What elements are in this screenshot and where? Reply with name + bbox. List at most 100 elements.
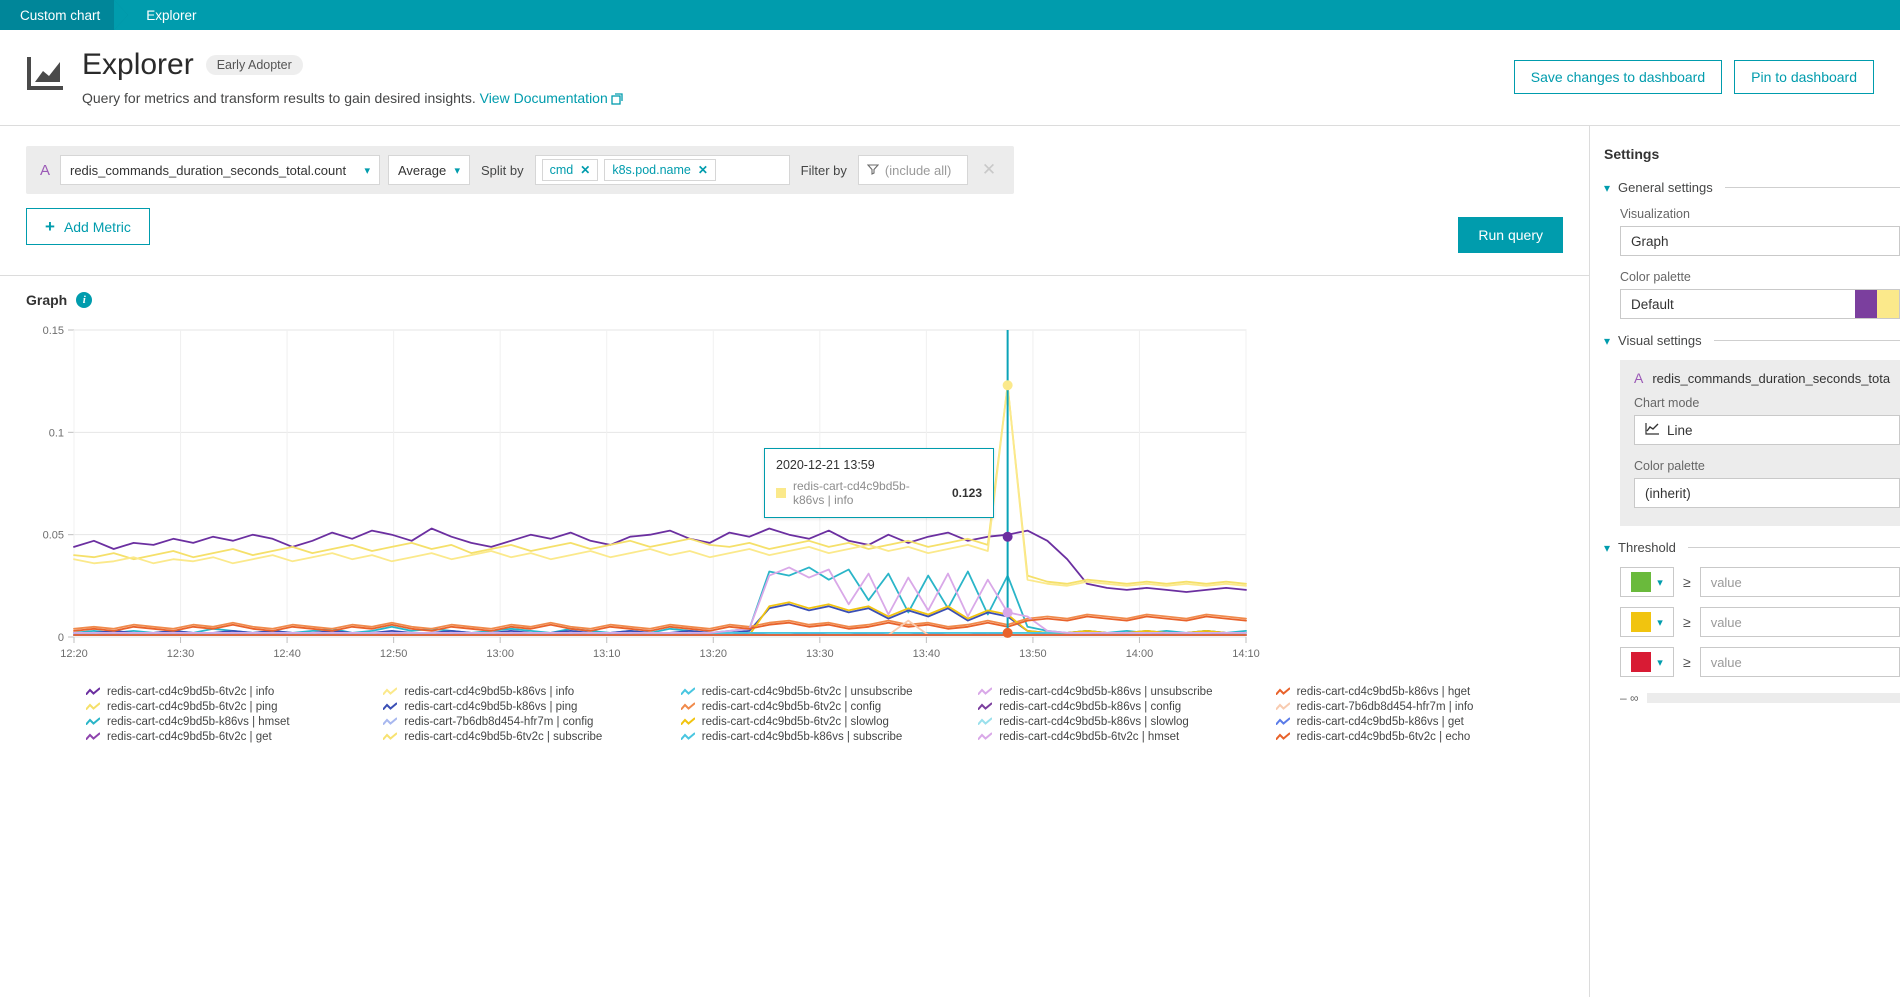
- legend-item[interactable]: redis-cart-cd4c9bd5b-k86vs | info: [383, 686, 670, 698]
- palette-swatch-purple: [1855, 290, 1877, 318]
- chevron-down-icon: ▾: [454, 164, 460, 177]
- legend-item[interactable]: redis-cart-cd4c9bd5b-6tv2c | ping: [86, 701, 373, 713]
- info-icon[interactable]: i: [76, 292, 93, 308]
- filter-by-label: Filter by: [800, 162, 847, 178]
- chart-mode-label: Chart mode: [1634, 396, 1700, 410]
- legend-item[interactable]: redis-cart-cd4c9bd5b-6tv2c | echo: [1275, 731, 1563, 743]
- threshold-value-input[interactable]: value: [1699, 647, 1900, 677]
- svg-text:12:30: 12:30: [167, 648, 195, 660]
- status-badge: Early Adopter: [205, 54, 303, 75]
- visual-settings-section-header[interactable]: ▾ Visual settings: [1604, 333, 1900, 348]
- chevron-down-icon: ▾: [1604, 333, 1611, 348]
- split-by-input[interactable]: cmd ✕ k8s.pod.name ✕: [534, 155, 790, 185]
- legend-item[interactable]: redis-cart-7b6db8d454-hfr7m | info: [1275, 701, 1563, 713]
- threshold-min-label: – ∞: [1620, 691, 1639, 705]
- split-by-label: Split by: [481, 162, 524, 178]
- funnel-icon: [866, 163, 880, 178]
- view-documentation-link[interactable]: View Documentation: [480, 90, 608, 106]
- filter-by-value: (include all): [884, 162, 952, 178]
- threshold-color-picker[interactable]: ▾: [1620, 607, 1674, 637]
- legend-item[interactable]: redis-cart-cd4c9bd5b-6tv2c | config: [680, 701, 968, 713]
- legend-label: redis-cart-cd4c9bd5b-k86vs | unsubscribe: [999, 686, 1213, 698]
- remove-chip-icon[interactable]: ✕: [580, 163, 590, 177]
- chevron-down-icon: ▾: [364, 164, 370, 177]
- legend-item[interactable]: redis-cart-cd4c9bd5b-k86vs | subscribe: [680, 731, 968, 743]
- legend-item[interactable]: redis-cart-cd4c9bd5b-6tv2c | get: [86, 731, 373, 743]
- general-settings-section-header[interactable]: ▾ General settings: [1604, 180, 1900, 195]
- filter-by-input[interactable]: (include all): [857, 155, 968, 185]
- threshold-color-picker[interactable]: ▾: [1620, 647, 1674, 677]
- legend-swatch-icon: [1275, 702, 1290, 710]
- legend-column: redis-cart-cd4c9bd5b-6tv2c | info redis-c…: [86, 686, 373, 743]
- palette-swatch-yellow: [1877, 290, 1899, 318]
- section-divider: [1687, 547, 1900, 548]
- svg-text:0.05: 0.05: [43, 530, 64, 542]
- tooltip-timestamp: 2020-12-21 13:59: [776, 458, 875, 472]
- split-chip-pod-name[interactable]: k8s.pod.name ✕: [604, 159, 716, 181]
- legend-column: redis-cart-cd4c9bd5b-6tv2c | unsubscribe…: [680, 686, 968, 743]
- legend-swatch-icon: [978, 687, 993, 695]
- line-chart[interactable]: 0 0.05 0.1 0.15 12:20 12:30 12:40 12:50 13:00 13:…: [26, 322, 1266, 667]
- add-metric-button[interactable]: + Add Metric: [26, 208, 150, 245]
- visual-color-palette-select[interactable]: (inherit): [1634, 478, 1900, 508]
- save-changes-to-dashboard-button[interactable]: Save changes to dashboard: [1513, 60, 1723, 94]
- clear-query-icon[interactable]: ✕: [976, 160, 1002, 180]
- legend-item[interactable]: redis-cart-cd4c9bd5b-k86vs | ping: [383, 701, 670, 713]
- threshold-section-header[interactable]: ▾ Threshold: [1604, 540, 1900, 555]
- threshold-scale: – ∞: [1620, 691, 1900, 705]
- legend-item[interactable]: redis-cart-cd4c9bd5b-k86vs | hmset: [86, 716, 373, 728]
- pin-to-dashboard-button[interactable]: Pin to dashboard: [1734, 60, 1874, 94]
- breadcrumb-separator-inner-icon: [114, 0, 129, 30]
- threshold-scale-bar[interactable]: [1646, 693, 1900, 703]
- legend-item[interactable]: redis-cart-cd4c9bd5b-6tv2c | info: [86, 686, 373, 698]
- legend-item[interactable]: redis-cart-cd4c9bd5b-k86vs | config: [978, 701, 1265, 713]
- metric-select-value: redis_commands_duration_seconds_total.co…: [70, 162, 347, 178]
- page-header-text: Explorer Early Adopter Query for metrics…: [82, 48, 623, 108]
- run-query-button[interactable]: Run query: [1458, 217, 1563, 253]
- legend-item[interactable]: redis-cart-cd4c9bd5b-6tv2c | slowlog: [680, 716, 968, 728]
- legend-swatch-icon: [978, 702, 993, 710]
- remove-chip-icon[interactable]: ✕: [698, 163, 708, 177]
- legend-item[interactable]: redis-cart-cd4c9bd5b-k86vs | unsubscribe: [978, 686, 1265, 698]
- legend-item[interactable]: redis-cart-cd4c9bd5b-6tv2c | hmset: [978, 731, 1265, 743]
- aggregation-select[interactable]: Average ▾: [388, 155, 470, 185]
- threshold-color-swatch: [1631, 612, 1652, 632]
- svg-text:13:50: 13:50: [1019, 648, 1047, 660]
- graph-heading: Graph: [26, 292, 68, 308]
- legend-swatch-icon: [680, 732, 695, 740]
- page-title: Explorer: [82, 48, 194, 81]
- legend-item[interactable]: redis-cart-cd4c9bd5b-k86vs | hget: [1275, 686, 1563, 698]
- split-chip-label: cmd: [549, 163, 574, 177]
- chart-mode-select[interactable]: Line: [1634, 415, 1900, 445]
- chart-mode-value: Line: [1667, 422, 1693, 438]
- svg-text:14:00: 14:00: [1126, 648, 1154, 660]
- threshold-operator: ≥: [1683, 574, 1691, 590]
- legend-column: redis-cart-cd4c9bd5b-k86vs | hget redis-c…: [1275, 686, 1563, 743]
- legend-label: redis-cart-cd4c9bd5b-k86vs | config: [999, 701, 1182, 713]
- breadcrumb-item-explorer[interactable]: Explorer: [128, 0, 210, 30]
- legend-item[interactable]: redis-cart-cd4c9bd5b-6tv2c | unsubscribe: [680, 686, 968, 698]
- visualization-select[interactable]: Graph: [1620, 226, 1900, 256]
- split-chip-cmd[interactable]: cmd ✕: [541, 159, 599, 181]
- query-builder: A redis_commands_duration_seconds_total.…: [0, 126, 1589, 276]
- threshold-value-input[interactable]: value: [1699, 567, 1900, 597]
- threshold-color-picker[interactable]: ▾: [1620, 567, 1674, 597]
- line-chart-icon: [1645, 422, 1660, 438]
- visual-settings-label: Visual settings: [1618, 333, 1702, 348]
- legend-item[interactable]: redis-cart-cd4c9bd5b-k86vs | get: [1275, 716, 1563, 728]
- general-color-palette-select[interactable]: Default: [1620, 289, 1900, 319]
- legend-swatch-icon: [680, 717, 695, 725]
- metric-select[interactable]: redis_commands_duration_seconds_total.co…: [60, 155, 380, 185]
- query-row: A redis_commands_duration_seconds_total.…: [26, 146, 1015, 194]
- legend-label: redis-cart-cd4c9bd5b-k86vs | hget: [1296, 686, 1471, 698]
- visual-settings-metric-row: A redis_commands_duration_seconds_tota: [1620, 370, 1900, 396]
- plus-icon: +: [45, 217, 55, 236]
- legend-item[interactable]: redis-cart-cd4c9bd5b-6tv2c | subscribe: [383, 731, 670, 743]
- legend-item[interactable]: redis-cart-7b6db8d454-hfr7m | config: [383, 716, 670, 728]
- threshold-value-input[interactable]: value: [1699, 607, 1900, 637]
- breadcrumb-item-custom-chart[interactable]: Custom chart: [0, 0, 115, 30]
- threshold-operator: ≥: [1683, 614, 1691, 630]
- svg-text:13:30: 13:30: [806, 648, 834, 660]
- legend-item[interactable]: redis-cart-cd4c9bd5b-k86vs | slowlog: [978, 716, 1265, 728]
- legend-swatch-icon: [1275, 732, 1290, 740]
